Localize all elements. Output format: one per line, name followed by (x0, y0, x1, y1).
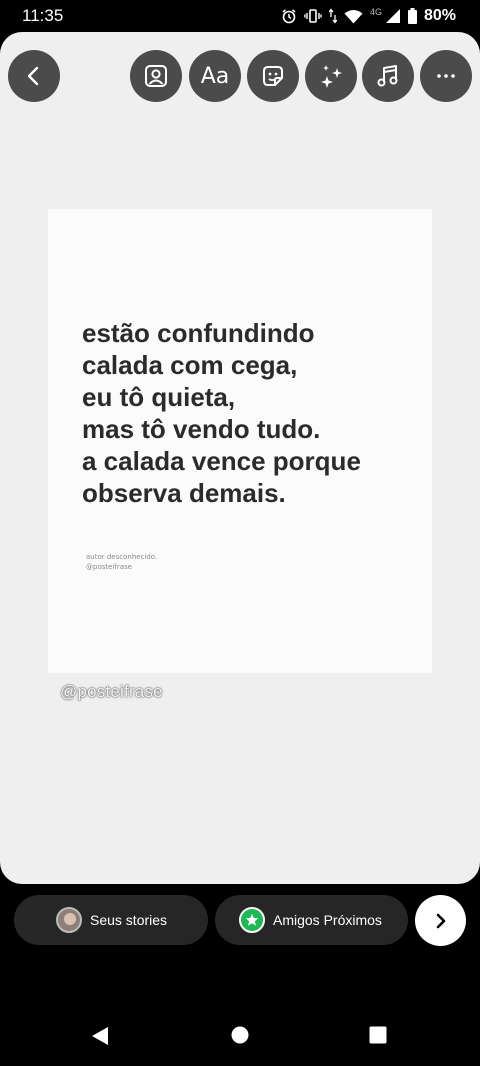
quote-line: observa demais. (82, 478, 286, 508)
wifi-icon (344, 9, 363, 23)
sticker-icon (263, 66, 283, 86)
music-button[interactable] (362, 50, 414, 102)
status-bar: 11:35 4G 80% (0, 0, 480, 32)
text-tool-label: Aa (200, 63, 230, 89)
status-icons: 4G 80% (281, 5, 456, 27)
mention-person-icon (145, 65, 167, 87)
close-friends-button[interactable]: Amigos Próximos (215, 895, 408, 945)
shared-post-image[interactable]: estão confundindo calada com cega, eu tô… (48, 209, 432, 673)
close-friends-label: Amigos Próximos (273, 912, 382, 928)
post-credit: autor desconhecido. @posteifrase (86, 552, 157, 572)
post-quote: estão confundindo calada com cega, eu tô… (82, 317, 422, 509)
your-story-label: Seus stories (90, 912, 168, 928)
status-time: 11:35 (22, 6, 64, 25)
back-triangle-icon[interactable] (91, 1026, 109, 1046)
effects-sparkle-icon (321, 65, 342, 88)
signal-icon (385, 9, 400, 23)
close-friends-badge (239, 907, 265, 933)
more-dots-icon (437, 74, 455, 78)
credit-handle: @posteifrase (86, 563, 132, 571)
music-note-icon (377, 65, 398, 87)
credit-author: autor desconhecido. (86, 553, 158, 561)
network-type-label: 4G (369, 7, 382, 17)
alarm-icon (282, 9, 296, 24)
vibrate-icon (304, 9, 322, 23)
more-options-button[interactable] (420, 50, 472, 102)
battery-icon (407, 8, 417, 24)
chevron-right-icon (436, 913, 445, 928)
your-story-button[interactable]: Seus stories (14, 895, 208, 945)
star-icon (245, 913, 259, 926)
next-button[interactable] (415, 895, 466, 946)
quote-line: mas tô vendo tudo. (82, 414, 321, 444)
editor-toolbar: Aa (0, 50, 480, 102)
share-bar: Seus stories Amigos Próximos (0, 884, 480, 970)
avatar (56, 907, 82, 933)
quote-line: calada com cega, (82, 350, 298, 380)
battery-percent: 80% (423, 7, 456, 24)
system-nav-bar (0, 1000, 480, 1066)
recents-square-icon[interactable] (369, 1026, 387, 1044)
quote-line: a calada vence porque (82, 446, 361, 476)
story-canvas[interactable]: Aa estão confundindo calada com cega, eu… (0, 32, 480, 884)
mention-button[interactable] (130, 50, 182, 102)
data-arrows-icon (328, 8, 337, 24)
mention-sticker[interactable]: @posteifrase (60, 682, 163, 702)
chevron-left-icon (27, 66, 39, 86)
sticker-button[interactable] (247, 50, 299, 102)
quote-line: eu tô quieta, (82, 382, 236, 412)
back-button[interactable] (8, 50, 60, 102)
quote-line: estão confundindo (82, 318, 315, 348)
effects-button[interactable] (305, 50, 357, 102)
home-circle-icon[interactable] (231, 1026, 249, 1044)
text-tool-button[interactable]: Aa (189, 50, 241, 102)
